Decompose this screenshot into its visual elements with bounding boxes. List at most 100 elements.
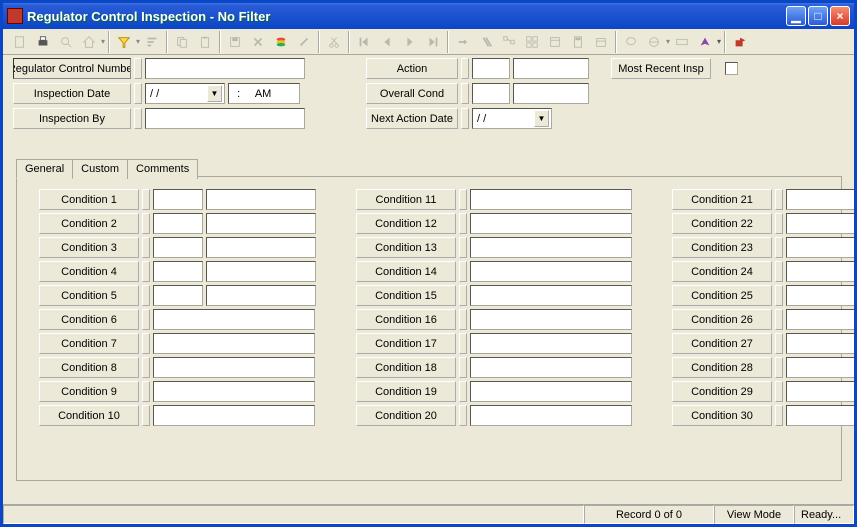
layers-icon[interactable] [270, 31, 292, 53]
condition-label[interactable]: Condition 15 [356, 285, 456, 306]
grip[interactable] [134, 83, 142, 104]
save-icon[interactable] [224, 31, 246, 53]
grip[interactable] [775, 309, 783, 330]
condition-label[interactable]: Condition 23 [672, 237, 772, 258]
condition-input[interactable] [470, 189, 632, 210]
condition-input[interactable] [786, 357, 856, 378]
globe-icon[interactable] [643, 31, 665, 53]
condition-input[interactable] [470, 381, 632, 402]
condition-extra[interactable] [206, 237, 316, 258]
maximize-button[interactable]: □ [808, 6, 828, 26]
new-icon[interactable] [9, 31, 31, 53]
grip[interactable] [142, 405, 150, 426]
most-recent-insp-checkbox[interactable] [725, 62, 738, 75]
condition-input[interactable] [153, 237, 203, 258]
prev-icon[interactable] [376, 31, 398, 53]
grip[interactable] [459, 285, 467, 306]
grip[interactable] [134, 58, 142, 79]
grip[interactable] [142, 237, 150, 258]
close-button[interactable]: × [830, 6, 850, 26]
sort-icon[interactable] [141, 31, 163, 53]
exit-icon[interactable] [729, 31, 751, 53]
keyboard-icon[interactable] [671, 31, 693, 53]
condition-label[interactable]: Condition 13 [356, 237, 456, 258]
condition-label[interactable]: Condition 11 [356, 189, 456, 210]
chat-icon[interactable] [620, 31, 642, 53]
condition-label[interactable]: Condition 10 [39, 405, 139, 426]
grip[interactable] [142, 357, 150, 378]
delete-icon[interactable] [247, 31, 269, 53]
grip[interactable] [142, 189, 150, 210]
grip[interactable] [461, 108, 469, 129]
refresh-icon[interactable] [475, 31, 497, 53]
condition-input[interactable] [786, 309, 856, 330]
grip[interactable] [775, 381, 783, 402]
condition-input[interactable] [786, 261, 856, 282]
condition-label[interactable]: Condition 19 [356, 381, 456, 402]
condition-input[interactable] [786, 237, 856, 258]
condition-input[interactable] [153, 405, 315, 426]
action-text-input[interactable] [513, 58, 589, 79]
condition-label[interactable]: Condition 30 [672, 405, 772, 426]
condition-input[interactable] [153, 189, 203, 210]
condition-label[interactable]: Condition 8 [39, 357, 139, 378]
condition-input[interactable] [153, 261, 203, 282]
last-icon[interactable] [422, 31, 444, 53]
grip[interactable] [775, 213, 783, 234]
print-icon[interactable] [32, 31, 54, 53]
condition-extra[interactable] [206, 285, 316, 306]
condition-input[interactable] [786, 285, 856, 306]
grip[interactable] [775, 333, 783, 354]
condition-label[interactable]: Condition 1 [39, 189, 139, 210]
inspection-by-label[interactable]: Inspection By [13, 108, 131, 129]
minimize-button[interactable]: ▁ [786, 6, 806, 26]
condition-input[interactable] [470, 333, 632, 354]
condition-label[interactable]: Condition 3 [39, 237, 139, 258]
edit-icon[interactable] [293, 31, 315, 53]
inspection-by-input[interactable] [145, 108, 305, 129]
grip[interactable] [775, 357, 783, 378]
grip[interactable] [459, 309, 467, 330]
cut-icon[interactable] [323, 31, 345, 53]
grip[interactable] [775, 285, 783, 306]
overall-cond-label[interactable]: Overall Cond [366, 83, 458, 104]
grip[interactable] [459, 357, 467, 378]
condition-extra[interactable] [206, 261, 316, 282]
first-icon[interactable] [353, 31, 375, 53]
calc-icon[interactable] [567, 31, 589, 53]
condition-input[interactable] [470, 357, 632, 378]
condition-input[interactable] [786, 333, 856, 354]
condition-input[interactable] [153, 285, 203, 306]
condition-label[interactable]: Condition 24 [672, 261, 772, 282]
condition-input[interactable] [470, 309, 632, 330]
condition-label[interactable]: Condition 5 [39, 285, 139, 306]
most-recent-insp-label[interactable]: Most Recent Insp [611, 58, 711, 79]
condition-label[interactable]: Condition 17 [356, 333, 456, 354]
condition-label[interactable]: Condition 7 [39, 333, 139, 354]
condition-label[interactable]: Condition 14 [356, 261, 456, 282]
condition-input[interactable] [786, 213, 856, 234]
condition-label[interactable]: Condition 2 [39, 213, 139, 234]
grip[interactable] [775, 261, 783, 282]
overall-cond-code-input[interactable] [472, 83, 510, 104]
condition-label[interactable]: Condition 27 [672, 333, 772, 354]
next-action-date-input[interactable]: / / ▼ [472, 108, 552, 129]
condition-label[interactable]: Condition 9 [39, 381, 139, 402]
condition-input[interactable] [153, 309, 315, 330]
condition-label[interactable]: Condition 22 [672, 213, 772, 234]
condition-label[interactable]: Condition 20 [356, 405, 456, 426]
grip[interactable] [142, 309, 150, 330]
condition-input[interactable] [470, 237, 632, 258]
condition-label[interactable]: Condition 16 [356, 309, 456, 330]
grip[interactable] [775, 237, 783, 258]
condition-label[interactable]: Condition 12 [356, 213, 456, 234]
inspection-time-input[interactable] [228, 83, 300, 104]
grip[interactable] [775, 405, 783, 426]
grip[interactable] [459, 213, 467, 234]
next-icon[interactable] [399, 31, 421, 53]
grip[interactable] [459, 189, 467, 210]
condition-input[interactable] [153, 357, 315, 378]
condition-label[interactable]: Condition 28 [672, 357, 772, 378]
tab-general[interactable]: General [16, 159, 73, 179]
paste-icon[interactable] [194, 31, 216, 53]
